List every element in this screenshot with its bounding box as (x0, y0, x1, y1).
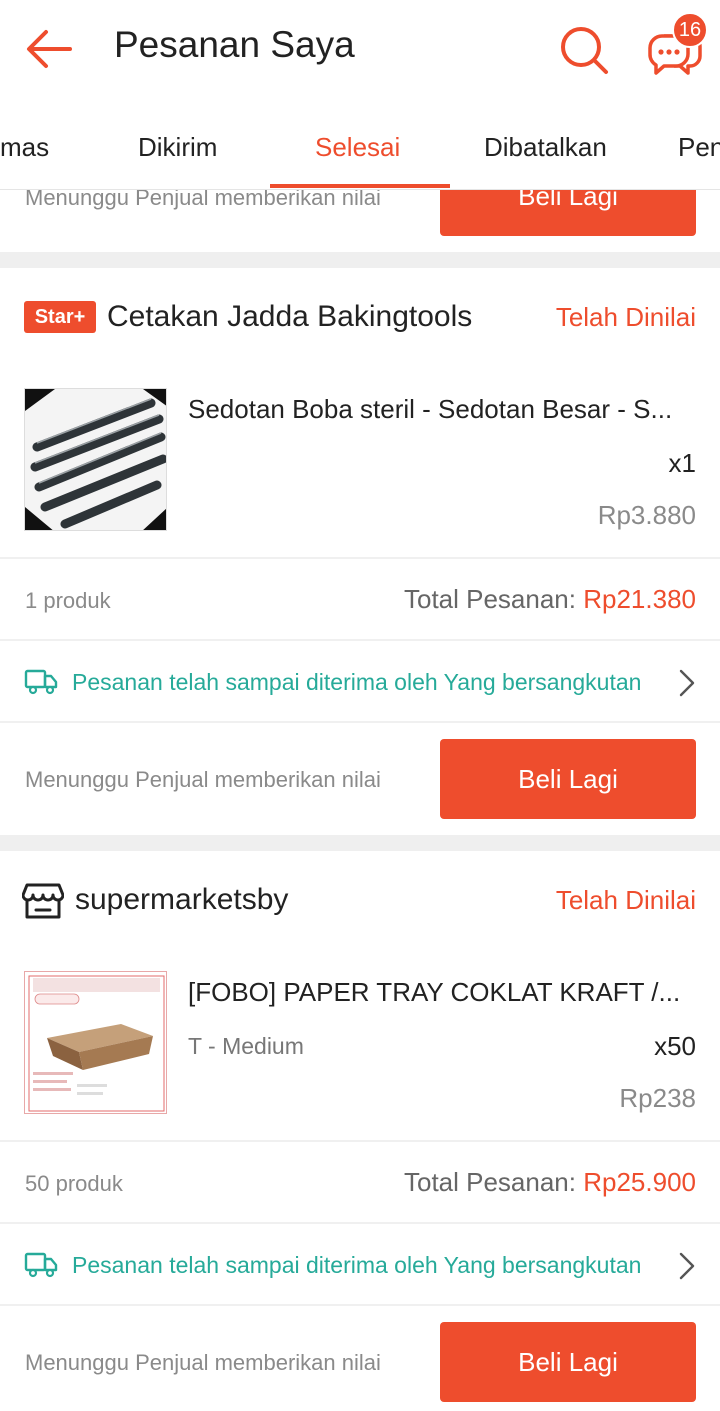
product-item[interactable]: [FOBO] PAPER TRAY COKLAT KRAFT /... T - … (0, 951, 720, 1141)
order-total-row: 50 produk Total Pesanan: Rp25.900 (0, 1142, 720, 1222)
order-status: Telah Dinilai (555, 302, 696, 332)
tab-dibatalkan[interactable]: Dibatalkan (484, 132, 607, 163)
truck-icon (24, 669, 58, 695)
chat-badge: 16 (672, 12, 708, 48)
shipping-status-row[interactable]: Pesanan telah sampai diterima oleh Yang … (0, 1224, 720, 1306)
order-total: Total Pesanan: Rp25.900 (404, 1167, 696, 1198)
shop-header[interactable]: Star+ Cetakan Jadda Bakingtools Telah Di… (0, 268, 720, 368)
order-list: Menunggu Penjual memberikan nilai Beli L… (0, 190, 720, 1411)
order-total: Total Pesanan: Rp21.380 (404, 584, 696, 615)
tab-selesai[interactable]: Selesai (315, 132, 400, 163)
chevron-right-icon (679, 669, 695, 697)
product-quantity: x50 (654, 1031, 696, 1061)
total-value: Rp21.380 (583, 584, 696, 614)
app-header: Pesanan Saya 16 (0, 0, 720, 100)
shipping-status-text: Pesanan telah sampai diterima oleh Yang … (72, 1252, 642, 1278)
product-item[interactable]: Sedotan Boba steril - Sedotan Besar - S.… (0, 368, 720, 558)
order-actions: Menunggu Penjual memberikan nilai Beli L… (0, 1306, 720, 1411)
total-value: Rp25.900 (583, 1167, 696, 1197)
product-variant: T - Medium (188, 1033, 304, 1059)
product-count: 1 produk (25, 588, 111, 613)
product-thumbnail (24, 388, 167, 531)
search-icon (561, 27, 608, 74)
shop-name: Cetakan Jadda Bakingtools (107, 300, 473, 333)
active-tab-indicator (270, 184, 450, 188)
order-total-row: 1 produk Total Pesanan: Rp21.380 (0, 559, 720, 639)
product-name: [FOBO] PAPER TRAY COKLAT KRAFT /... (188, 977, 681, 1007)
star-plus-badge: Star+ (24, 301, 96, 333)
shop-header[interactable]: supermarketsby Telah Dinilai (0, 851, 720, 951)
product-name: Sedotan Boba steril - Sedotan Besar - S.… (188, 394, 673, 424)
total-label: Total Pesanan: (403, 1167, 576, 1197)
shop-name: supermarketsby (75, 883, 289, 916)
order-tabs: mas Dikirim Selesai Dibatalkan Pen (0, 100, 720, 190)
total-label: Total Pesanan: (403, 584, 576, 614)
tab-diproses[interactable]: mas (0, 132, 49, 163)
shipping-status-row[interactable]: Pesanan telah sampai diterima oleh Yang … (0, 641, 720, 723)
product-price: Rp3.880 (597, 500, 696, 530)
shipping-status-text: Pesanan telah sampai diterima oleh Yang … (72, 669, 642, 695)
product-thumbnail (24, 971, 167, 1114)
rating-wait-note: Menunggu Penjual memberikan nilai (25, 767, 381, 792)
order-card: supermarketsby Telah Dinilai [FOBO] PAPE… (0, 851, 720, 1411)
product-price: Rp238 (619, 1083, 696, 1113)
product-quantity: x1 (668, 448, 696, 478)
buy-again-button[interactable]: Beli Lagi (440, 190, 696, 236)
chevron-right-icon (679, 1252, 695, 1280)
back-button[interactable] (22, 22, 76, 76)
product-count: 50 produk (25, 1171, 123, 1196)
back-arrow-icon (27, 30, 72, 68)
truck-icon (24, 1252, 58, 1278)
rating-wait-note: Menunggu Penjual memberikan nilai (25, 1350, 381, 1375)
tab-dikirim[interactable]: Dikirim (138, 132, 217, 163)
page-title: Pesanan Saya (114, 24, 355, 65)
tab-pengembalian[interactable]: Pen (678, 132, 720, 163)
order-actions: Menunggu Penjual memberikan nilai Beli L… (0, 723, 720, 835)
order-card-partial: Menunggu Penjual memberikan nilai Beli L… (0, 190, 720, 252)
order-card: Star+ Cetakan Jadda Bakingtools Telah Di… (0, 268, 720, 835)
shop-icon (22, 883, 64, 919)
order-status: Telah Dinilai (555, 885, 696, 915)
rating-wait-note: Menunggu Penjual memberikan nilai (25, 190, 381, 210)
search-button[interactable] (556, 22, 612, 78)
buy-again-button[interactable]: Beli Lagi (440, 1322, 696, 1402)
buy-again-button[interactable]: Beli Lagi (440, 739, 696, 819)
